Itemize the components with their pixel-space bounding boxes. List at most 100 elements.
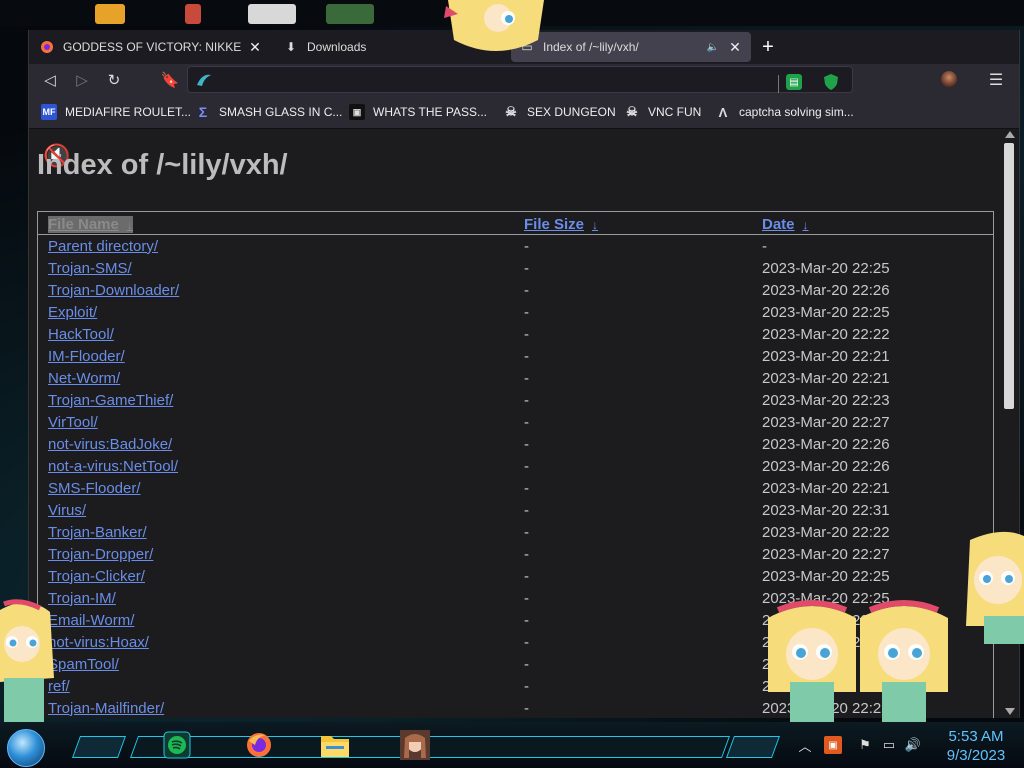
folder-link[interactable]: Trojan-Banker/ [48, 524, 147, 541]
sort-by-date-link[interactable]: Date ↓ [762, 216, 809, 233]
system-clock[interactable]: 5:53 AM 9/3/2023 [930, 727, 1022, 765]
folder-link[interactable]: HackTool/ [48, 326, 114, 343]
bookmark-vnc-fun[interactable]: ☠ VNC FUN [624, 102, 701, 122]
folder-link[interactable]: Virus/ [48, 502, 86, 519]
file-size-cell: - [524, 457, 529, 475]
clock-date: 9/3/2023 [946, 747, 1006, 764]
folder-link[interactable]: SpamTool/ [48, 656, 119, 673]
page-title: Index of /~lily/vxh/ [37, 149, 288, 181]
shield-icon[interactable] [823, 73, 839, 91]
folder-link[interactable]: IM-Flooder/ [48, 348, 125, 365]
star-butterfly-sticker [768, 600, 856, 722]
bookmark-smash-glass[interactable]: Σ SMASH GLASS IN C... [195, 102, 343, 122]
folder-link[interactable]: Trojan-Dropper/ [48, 546, 153, 563]
file-size-cell: - [524, 369, 529, 387]
close-icon[interactable]: ✕ [727, 39, 743, 55]
folder-link[interactable]: VirTool/ [48, 414, 98, 431]
desktop-shortcut-icon[interactable] [185, 4, 201, 24]
desktop-shortcut-icon[interactable] [95, 4, 125, 24]
star-butterfly-sticker [860, 600, 948, 722]
folder-link[interactable]: Trojan-Downloader/ [48, 282, 179, 299]
column-header-name[interactable]: File Name ↓ [37, 211, 514, 235]
column-header-date[interactable]: Date ↓ [752, 211, 994, 235]
url-bar[interactable]: ▤ [187, 66, 853, 93]
chevron-icon[interactable]: ︿ [796, 736, 814, 754]
file-name-cell: IM-Flooder/ [38, 345, 515, 367]
extension-icon[interactable]: ▤ [786, 74, 802, 90]
sort-by-size-link[interactable]: File Size ↓ [524, 216, 598, 233]
firefox-icon[interactable] [242, 730, 276, 760]
office-icon[interactable]: ▣ [824, 736, 842, 754]
flag-icon[interactable]: ⚑ [856, 736, 874, 754]
file-size-cell: - [524, 303, 529, 321]
bookmark-label: WHATS THE PASS... [373, 105, 488, 119]
file-size-cell: - [524, 589, 529, 607]
account-avatar[interactable] [941, 71, 957, 87]
bookmark-label: VNC FUN [648, 105, 702, 119]
bookmark-label: SMASH GLASS IN C... [219, 105, 343, 119]
site-identity-icon[interactable] [194, 70, 214, 90]
file-size-cell: - [524, 347, 529, 365]
folder-link[interactable]: Exploit/ [48, 304, 97, 321]
table-row: SMS-Flooder/ - 2023-Mar-20 22:21 [38, 477, 994, 499]
folder-link[interactable]: Trojan-IM/ [48, 590, 116, 607]
scroll-down-icon[interactable] [1005, 708, 1015, 715]
close-icon[interactable]: ✕ [247, 39, 263, 55]
reload-button[interactable]: ↻ [103, 69, 125, 91]
forward-button[interactable]: ▷ [71, 69, 93, 91]
lambda-icon: Λ [718, 104, 728, 120]
column-header-size[interactable]: File Size ↓ [514, 211, 752, 235]
file-date-cell: 2023-Mar-20 22:26 [762, 457, 890, 475]
folder-link[interactable]: Trojan-SMS/ [48, 260, 132, 277]
spotify-icon[interactable] [160, 730, 194, 760]
terminal-icon: ▣ [349, 104, 365, 120]
folder-link[interactable]: SMS-Flooder/ [48, 480, 141, 497]
file-name-cell: SMS-Flooder/ [38, 477, 515, 499]
scrollbar-thumb[interactable] [1004, 143, 1014, 409]
folder-link[interactable]: Trojan-GameThief/ [48, 392, 173, 409]
file-size-cell: - [524, 325, 529, 343]
folder-link[interactable]: not-a-virus:NetTool/ [48, 458, 178, 475]
sort-by-name-link[interactable]: File Name ↓ [48, 215, 133, 233]
folder-link[interactable]: Net-Worm/ [48, 370, 120, 387]
parent-directory-link[interactable]: Parent directory/ [48, 238, 158, 255]
volume-icon[interactable]: 🔊 [904, 736, 922, 754]
bookmark-captcha[interactable]: Λ captcha solving sim... [715, 102, 854, 122]
folder-link[interactable]: Email-Worm/ [48, 612, 134, 629]
folder-link[interactable]: Trojan-Mailfinder/ [48, 700, 164, 717]
file-date-cell: 2023-Mar-20 22:23 [762, 391, 890, 409]
bookmark-mediafire[interactable]: MF MEDIAFIRE ROULET... [41, 102, 191, 122]
taskbar: ︿ ▣ ⚑ ▭ 🔊 5:53 AM 9/3/2023 [0, 722, 1024, 768]
desktop-shortcut-icon[interactable] [326, 4, 374, 24]
start-button[interactable] [7, 729, 45, 767]
table-row: HackTool/ - 2023-Mar-20 22:22 [38, 323, 994, 345]
bookmark-sex-dungeon[interactable]: ☠ SEX DUNGEON [503, 102, 616, 122]
file-date-cell: 2023-Mar-20 22:25 [762, 259, 890, 277]
table-row: Trojan-Dropper/ - 2023-Mar-20 22:27 [38, 543, 994, 565]
file-explorer-icon[interactable] [318, 730, 352, 760]
folder-link[interactable]: not-virus:BadJoke/ [48, 436, 172, 453]
scroll-up-icon[interactable] [1005, 131, 1015, 138]
anime-app-icon[interactable] [398, 730, 432, 760]
network-icon[interactable]: ▭ [880, 736, 898, 754]
bookmark-whats-the-pass[interactable]: ▣ WHATS THE PASS... [349, 102, 487, 122]
mediafire-icon: MF [41, 104, 57, 120]
tab-nikke[interactable]: GODDESS OF VICTORY: NIKKE | Im ✕ [31, 32, 271, 62]
url-input[interactable] [220, 70, 764, 91]
menu-icon[interactable]: ☰ [985, 69, 1007, 91]
back-button[interactable]: ◁ [39, 69, 61, 91]
file-date-cell: 2023-Mar-20 22:26 [762, 281, 890, 299]
file-name-cell: ref/ [38, 675, 515, 697]
file-size-cell: - [524, 655, 529, 673]
folder-link[interactable]: Trojan-Clicker/ [48, 568, 145, 585]
bookmark-button[interactable]: 🔖 [159, 69, 181, 91]
new-tab-button[interactable]: + [757, 36, 779, 58]
folder-link[interactable]: not-virus:Hoax/ [48, 634, 149, 651]
file-size-cell: - [524, 501, 529, 519]
taskbar-decoration [71, 736, 127, 758]
bookmarks-bar: MF MEDIAFIRE ROULET... Σ SMASH GLASS IN … [29, 96, 1019, 129]
star-butterfly-sticker [0, 599, 54, 722]
tab-title: Index of /~lily/vxh/ [543, 40, 639, 54]
mute-tab-icon[interactable]: 🔈 [705, 39, 721, 55]
desktop-shortcut-icon[interactable] [248, 4, 296, 24]
